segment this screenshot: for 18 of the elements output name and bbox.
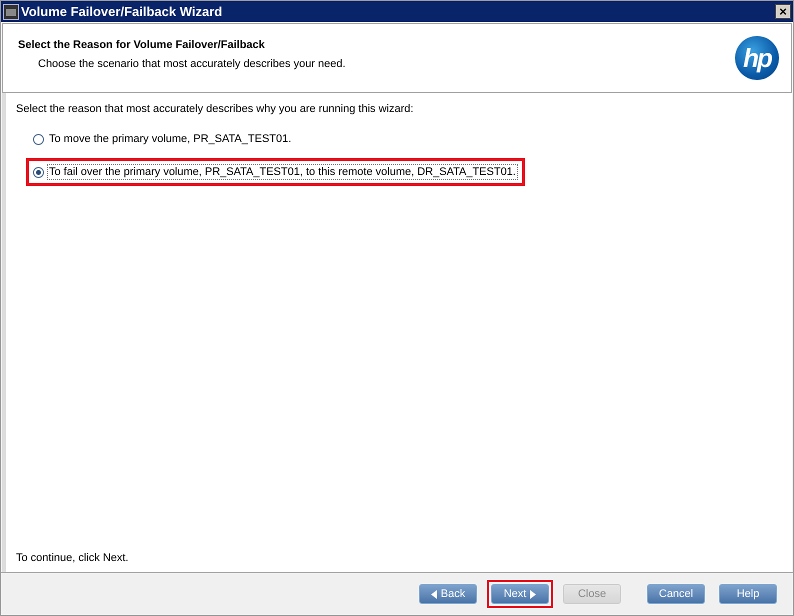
radio-button[interactable]	[33, 166, 44, 178]
wizard-button[interactable]: Cancel	[647, 584, 705, 604]
app-icon	[3, 4, 19, 20]
wizard-button[interactable]: Help	[719, 584, 777, 604]
prompt-text: Select the reason that most accurately describes why you are running this wizard:	[16, 103, 414, 115]
radio-option[interactable]: To move the primary volume, PR_SATA_TEST01.	[26, 125, 300, 153]
left-triangle-icon	[430, 590, 437, 598]
hint-text: To continue, click Next.	[16, 552, 130, 564]
page-title: Select the Reason for Volume Failover/Failback	[18, 38, 266, 50]
right-triangle-icon	[530, 590, 536, 598]
radio-option[interactable]: To fail over the primary volume, PR_SATA_TEST01, to this remote volume, DR_SATA_TEST01.	[26, 158, 525, 186]
radio-button[interactable]	[33, 134, 44, 144]
logo: hp	[735, 36, 779, 80]
wizard-button[interactable]: Back	[419, 584, 477, 604]
page-subtitle: Choose the scenario that most accurately describes your need.	[37, 58, 346, 70]
wizard-button[interactable]: Next	[491, 584, 549, 604]
close-button[interactable]: ×	[775, 4, 791, 19]
window-title: Volume Failover/Failback Wizard	[21, 4, 224, 19]
